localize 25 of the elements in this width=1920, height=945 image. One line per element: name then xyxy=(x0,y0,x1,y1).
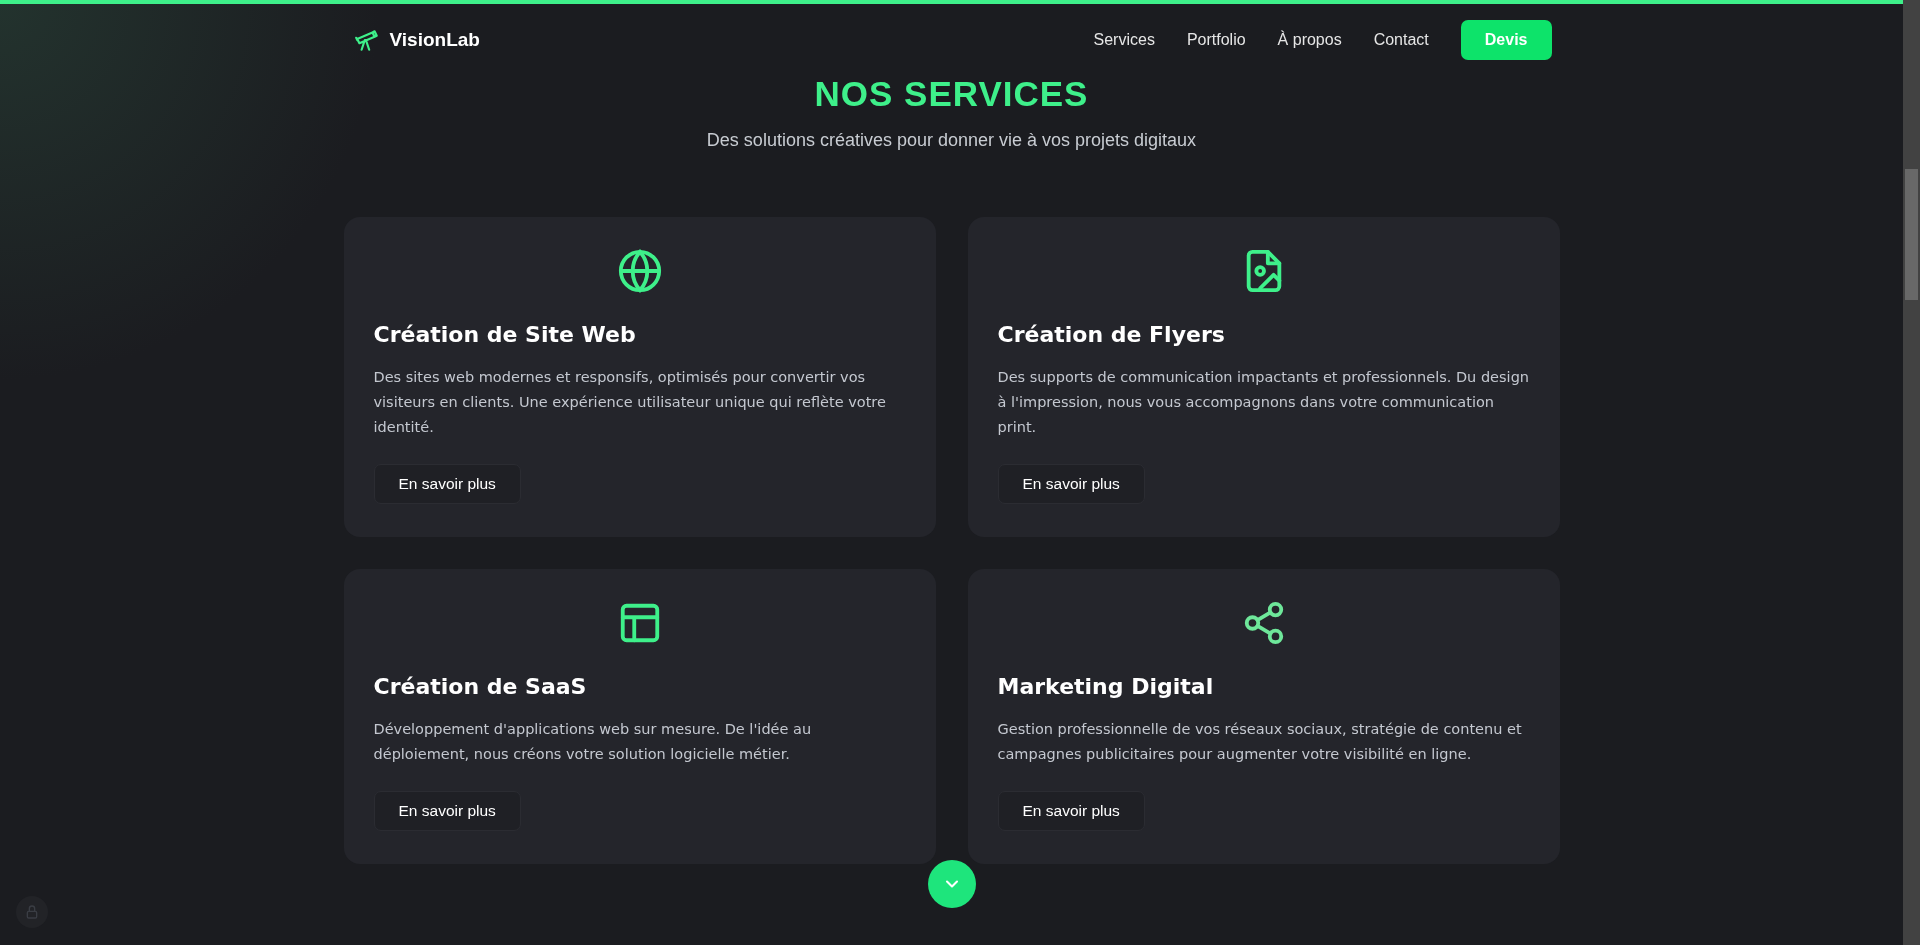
logo-link[interactable]: VisionLab xyxy=(351,27,480,53)
service-description: Des supports de communication impactants et professionnels. Du design à l'impression, nous vous accompagnons dans votre communication print. xyxy=(997,368,1530,437)
service-description: Gestion professionnelle de vos réseaux sociaux, stratégie de contenu et campagnes publicitaires pour augmenter votre visibilité en ligne. xyxy=(997,720,1523,764)
learn-more-button[interactable]: En savoir plus xyxy=(373,464,521,504)
service-title: Création de Site Web xyxy=(373,321,637,349)
service-title: Marketing Digital xyxy=(997,673,1215,701)
service-title: Création de SaaS xyxy=(373,673,588,701)
section-title: NOS SERVICES xyxy=(813,76,1090,112)
lock-button[interactable] xyxy=(16,896,48,928)
nav-link[interactable]: Contact xyxy=(1373,31,1429,49)
scrollbar[interactable] xyxy=(1903,0,1920,945)
nav-link[interactable]: Portfolio xyxy=(1186,31,1246,49)
service-title: Création de Flyers xyxy=(997,321,1226,349)
scroll-down-button[interactable] xyxy=(927,860,976,908)
scrollbar-thumb[interactable] xyxy=(1905,169,1918,300)
globe-icon xyxy=(616,248,663,294)
learn-more-button[interactable]: En savoir plus xyxy=(997,464,1145,504)
section-subtitle: Des solutions créatives pour donner vie à vos projets digitaux xyxy=(705,130,1198,151)
learn-more-button[interactable]: En savoir plus xyxy=(373,791,521,831)
nav-link[interactable]: Services xyxy=(1093,31,1155,49)
nav-link[interactable]: À propos xyxy=(1277,31,1342,49)
learn-more-button[interactable]: En savoir plus xyxy=(997,791,1145,831)
lock-icon xyxy=(24,904,40,920)
service-description: Développement d'applications web sur mesure. De l'idée au déploiement, nous créons votre solution logicielle métier. xyxy=(373,720,813,764)
service-description: Des sites web modernes et responsifs, optimisés pour convertir vos visiteurs en clients. Une expérience utilisateur unique qui reflète votre identité. xyxy=(373,368,887,437)
